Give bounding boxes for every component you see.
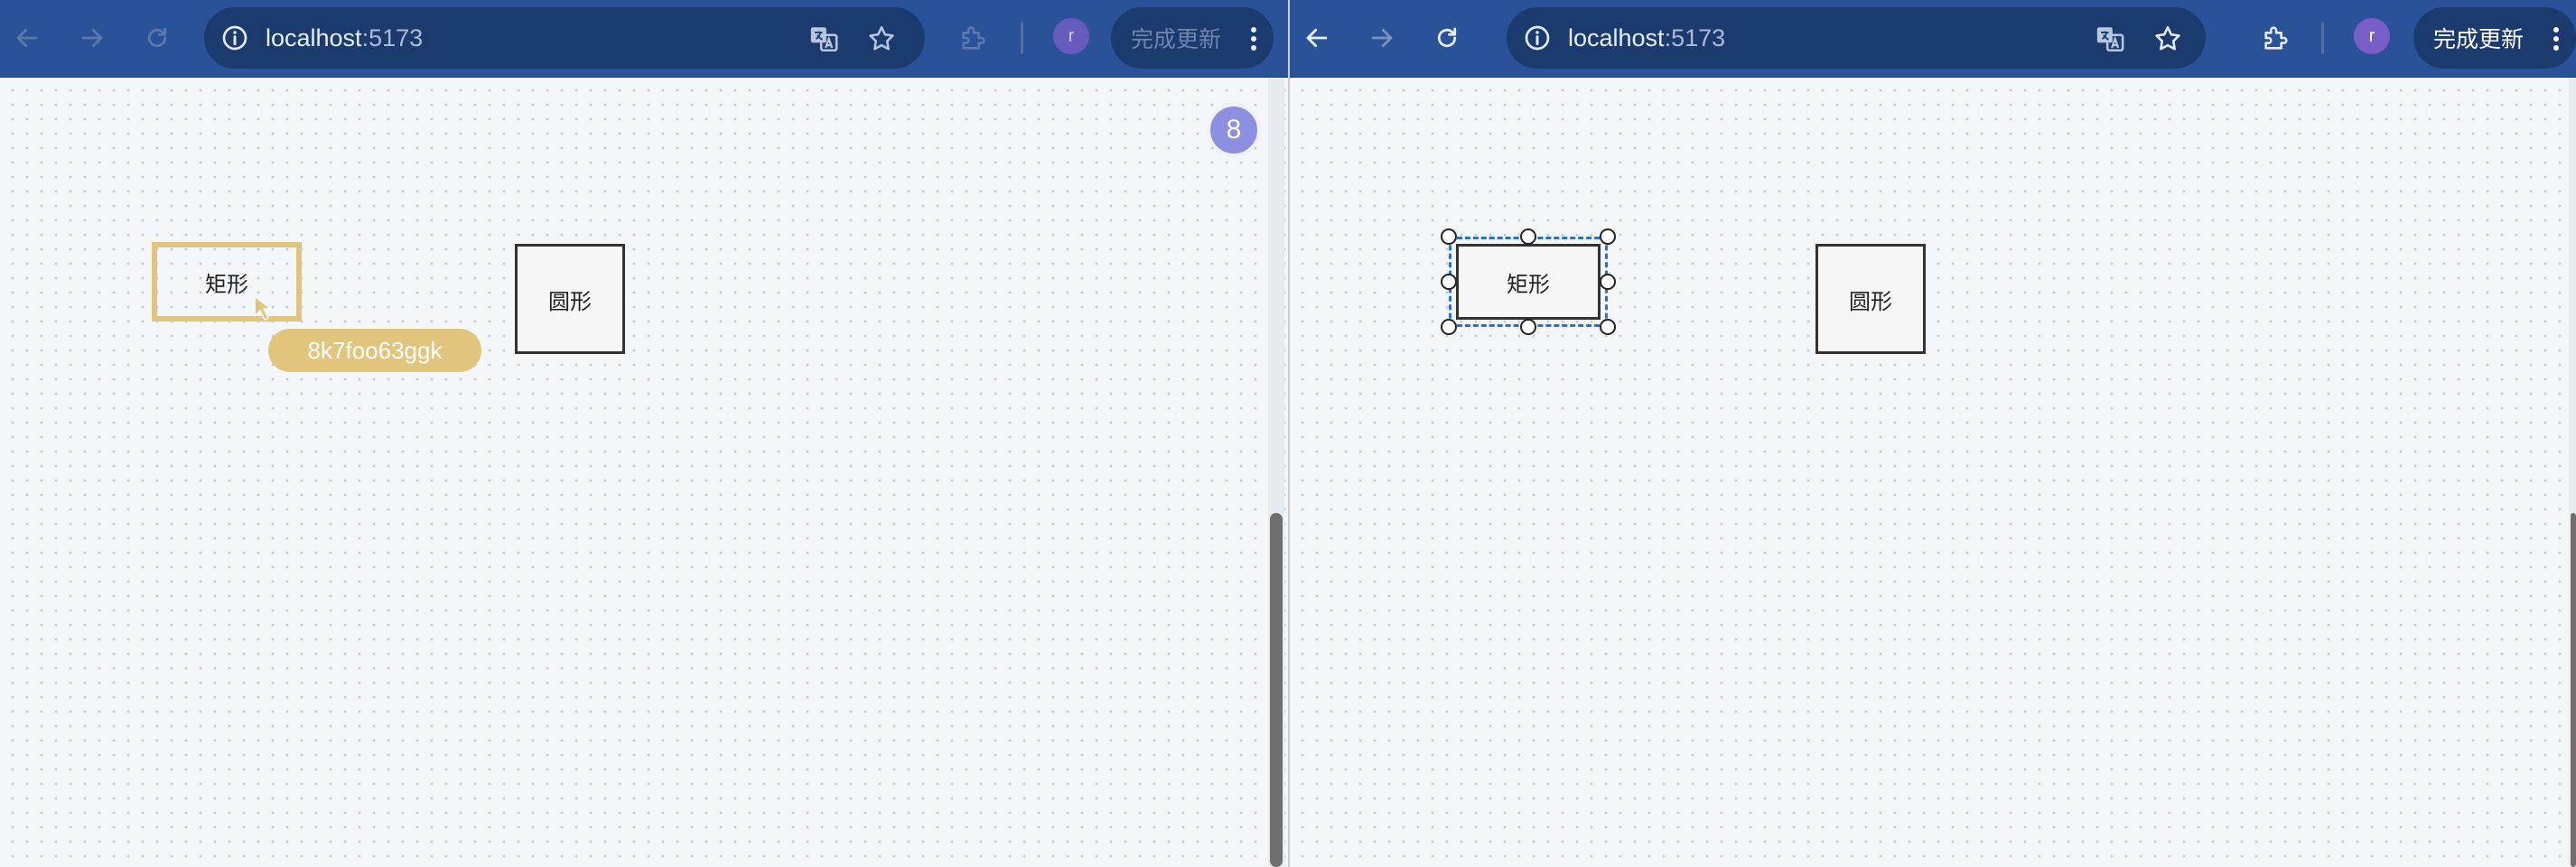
star-icon[interactable]: [865, 23, 898, 55]
back-button[interactable]: [7, 18, 47, 58]
online-count-badge: 8: [1207, 103, 1261, 157]
scrollbar-thumb[interactable]: [2571, 513, 2576, 867]
reload-button[interactable]: [137, 18, 177, 58]
url-port: :5173: [361, 24, 424, 51]
forward-button[interactable]: [1362, 18, 1402, 58]
address-bar[interactable]: localhost:5173: [204, 7, 925, 69]
url-port: :5173: [1664, 24, 1726, 51]
back-button[interactable]: [1297, 18, 1337, 58]
circle-shape[interactable]: 圆形: [1815, 244, 1926, 354]
arrow-left-icon: [16, 28, 38, 48]
url-text: localhost:5173: [1568, 7, 1725, 69]
resize-handle-w[interactable]: [1441, 274, 1457, 290]
url-host: localhost: [266, 24, 362, 51]
circle-shape[interactable]: 圆形: [515, 244, 625, 354]
remote-selection-outline: [152, 242, 302, 322]
resize-handle-ne[interactable]: [1600, 228, 1616, 245]
circle-label: 圆形: [1849, 288, 1892, 314]
puzzle-icon[interactable]: [954, 18, 994, 58]
info-icon[interactable]: [219, 22, 251, 54]
update-button-label: 完成更新: [1131, 26, 1222, 52]
resize-handle-n[interactable]: [1520, 228, 1536, 245]
arrow-right-icon: [1371, 28, 1393, 48]
circle-label: 圆形: [548, 288, 592, 314]
browser-toolbar: localhost:5173 r 完成更新: [0, 0, 1288, 78]
whiteboard-canvas[interactable]: 矩形 圆形: [1290, 78, 2576, 867]
cursor-icon: [254, 295, 272, 321]
resize-handle-sw[interactable]: [1441, 319, 1457, 335]
address-bar[interactable]: localhost:5173: [1507, 7, 2206, 69]
avatar[interactable]: r: [1053, 18, 1089, 54]
url-host: localhost: [1568, 24, 1665, 51]
reload-icon: [1437, 27, 1457, 48]
more-vertical-icon: [2553, 27, 2559, 51]
resize-handle-nw[interactable]: [1441, 228, 1457, 245]
browser-window-right: localhost:5173 r 完成更新 矩形 圆形: [1288, 0, 2576, 867]
browser-toolbar: localhost:5173 r 完成更新: [1290, 0, 2576, 78]
update-button[interactable]: 完成更新: [1111, 7, 1274, 69]
forward-button[interactable]: [72, 18, 112, 58]
scrollbar-thumb[interactable]: [1270, 513, 1283, 867]
reload-icon: [147, 27, 167, 48]
url-text: localhost:5173: [266, 7, 423, 69]
toolbar-separator: [1021, 22, 1023, 54]
toolbar-separator: [2321, 22, 2324, 54]
translate-icon[interactable]: [807, 23, 840, 55]
update-button-label: 完成更新: [2433, 26, 2525, 52]
remote-user-tag: 8k7foo63ggk: [268, 329, 481, 372]
resize-handle-s[interactable]: [1520, 319, 1536, 335]
reload-button[interactable]: [1427, 18, 1467, 58]
whiteboard-canvas[interactable]: 8 矩形 8k7foo63ggk 圆形: [0, 78, 1288, 867]
browser-window-left: localhost:5173 r 完成更新 8 矩形 8k7foo63ggk 圆…: [0, 0, 1288, 867]
arrow-right-icon: [81, 28, 103, 48]
resize-handle-e[interactable]: [1600, 274, 1616, 290]
star-icon[interactable]: [2151, 23, 2184, 55]
resize-handle-se[interactable]: [1600, 319, 1616, 335]
update-button[interactable]: 完成更新: [2413, 7, 2576, 69]
avatar[interactable]: r: [2354, 18, 2390, 54]
more-vertical-icon: [1251, 27, 1256, 51]
puzzle-icon[interactable]: [2256, 18, 2296, 58]
arrow-left-icon: [1306, 28, 1328, 48]
selection-box: [1449, 237, 1608, 327]
translate-icon[interactable]: [2094, 23, 2126, 55]
info-icon[interactable]: [1521, 22, 1554, 54]
